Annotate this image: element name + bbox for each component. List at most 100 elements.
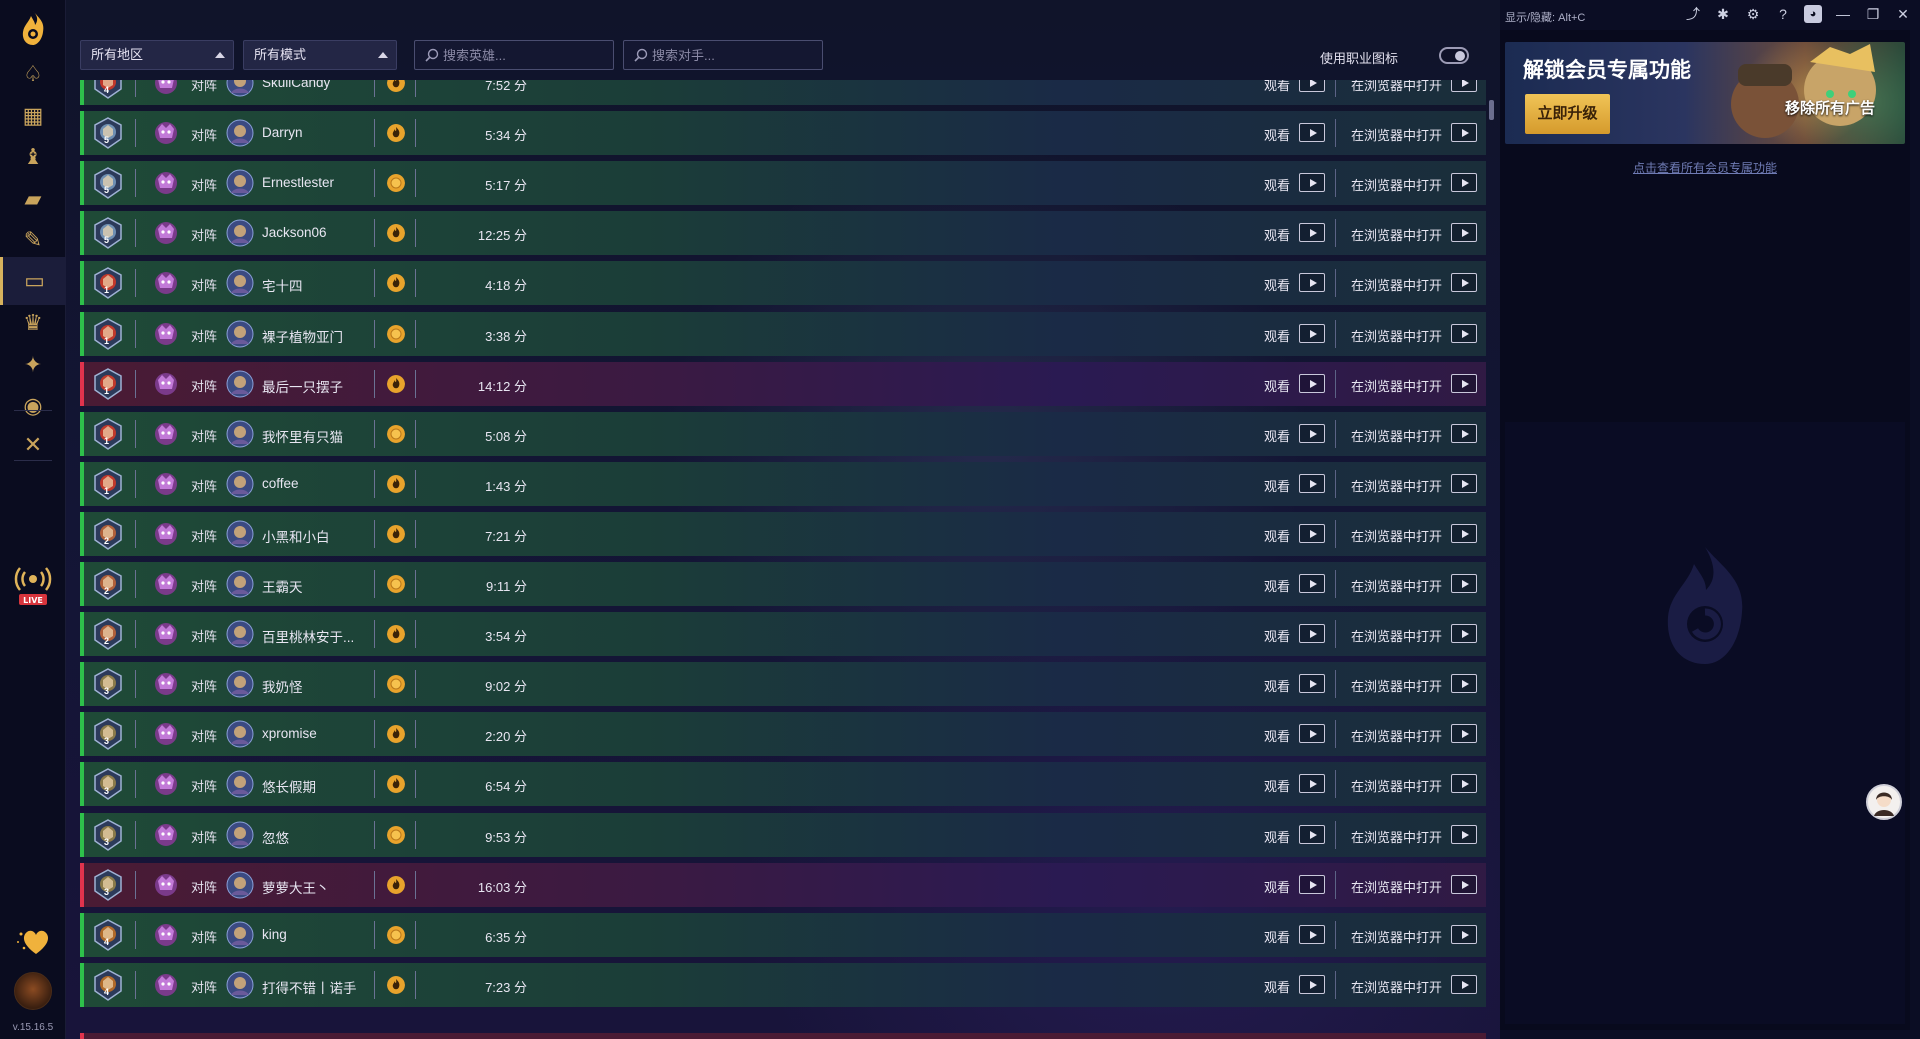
open-in-browser-button[interactable] xyxy=(1451,724,1477,743)
crossed-swords-icon[interactable]: ✕ xyxy=(0,421,66,469)
watch-play-button[interactable] xyxy=(1299,273,1325,292)
open-in-browser-button[interactable] xyxy=(1451,875,1477,894)
watch-play-button[interactable] xyxy=(1299,925,1325,944)
watch-play-button[interactable] xyxy=(1299,223,1325,242)
replay-row[interactable]: 5 对阵 Ernestlester 5:17 分 观看 在浏览器中打开 xyxy=(80,161,1486,205)
game-duration: 4:18 分 xyxy=(485,278,527,293)
open-in-browser-button[interactable] xyxy=(1451,524,1477,543)
hero-search-input[interactable] xyxy=(443,44,603,66)
replay-row[interactable]: 2 对阵 小黑和小白 7:21 分 观看 在浏览器中打开 xyxy=(80,512,1486,556)
watch-play-button[interactable] xyxy=(1299,975,1325,994)
replay-row[interactable]: 5 对阵 Jackson06 12:25 分 观看 在浏览器中打开 xyxy=(80,211,1486,255)
region-dropdown[interactable]: 所有地区 xyxy=(80,40,234,70)
replay-row[interactable]: 3 对阵 我奶怪 9:02 分 观看 在浏览器中打开 xyxy=(80,662,1486,706)
close-icon[interactable]: ✕ xyxy=(1894,5,1912,23)
column-divider xyxy=(135,971,136,999)
open-in-browser-button[interactable] xyxy=(1451,173,1477,192)
watch-play-button[interactable] xyxy=(1299,825,1325,844)
crown-icon[interactable]: ♛ xyxy=(0,299,66,347)
replay-row[interactable]: 3 对阵 xpromise 2:20 分 观看 在浏览器中打开 xyxy=(80,712,1486,756)
replay-row[interactable]: 3 对阵 忽悠 9:53 分 观看 在浏览器中打开 xyxy=(80,813,1486,857)
watch-play-button[interactable] xyxy=(1299,474,1325,493)
support-chat-avatar[interactable] xyxy=(1866,784,1902,820)
open-in-browser-button[interactable] xyxy=(1451,273,1477,292)
vs-label: 对阵 xyxy=(191,930,218,945)
rank-number: 5 xyxy=(104,185,110,195)
watch-play-button[interactable] xyxy=(1299,374,1325,393)
watch-play-button[interactable] xyxy=(1299,324,1325,343)
open-in-browser-button[interactable] xyxy=(1451,80,1477,92)
open-in-browser-button[interactable] xyxy=(1451,574,1477,593)
watch-play-button[interactable] xyxy=(1299,674,1325,693)
watch-play-button[interactable] xyxy=(1299,574,1325,593)
rank-icon[interactable]: ♝ xyxy=(0,133,66,181)
replay-row[interactable]: 1 对阵 我怀里有只猫 5:08 分 观看 在浏览器中打开 xyxy=(80,412,1486,456)
open-in-browser-button[interactable] xyxy=(1451,975,1477,994)
replays-icon[interactable]: ▭ xyxy=(0,257,66,305)
watch-play-button[interactable] xyxy=(1299,123,1325,142)
open-in-browser-label: 在浏览器中打开 xyxy=(1351,178,1443,193)
replay-row[interactable]: 2 对阵 百里桃林安于... 3:54 分 观看 在浏览器中打开 xyxy=(80,612,1486,656)
open-in-browser-button[interactable] xyxy=(1451,223,1477,242)
upgrade-button[interactable]: 立即升级 xyxy=(1525,94,1610,134)
opponent-hero-icon xyxy=(226,520,254,548)
live-icon[interactable]: LIVE xyxy=(13,565,53,607)
open-in-browser-button[interactable] xyxy=(1451,925,1477,944)
favorite-heart-icon[interactable] xyxy=(12,922,52,958)
share-icon[interactable]: ⤴ xyxy=(1684,5,1702,23)
opponent-search-input[interactable] xyxy=(652,44,812,66)
watch-play-button[interactable] xyxy=(1299,424,1325,443)
open-in-browser-button[interactable] xyxy=(1451,324,1477,343)
watch-play-button[interactable] xyxy=(1299,80,1325,92)
watch-play-button[interactable] xyxy=(1299,774,1325,793)
open-in-browser-label: 在浏览器中打开 xyxy=(1351,729,1443,744)
decks-icon[interactable]: ♤ xyxy=(0,50,66,98)
view-premium-features-link[interactable]: 点击查看所有会员专属功能 xyxy=(1505,159,1905,176)
help-icon[interactable]: ? xyxy=(1774,5,1792,23)
open-in-browser-button[interactable] xyxy=(1451,674,1477,693)
column-divider xyxy=(1335,620,1336,648)
discord-icon[interactable]: ◕ xyxy=(1804,5,1822,23)
column-divider xyxy=(135,520,136,548)
mode-dropdown[interactable]: 所有模式 xyxy=(243,40,397,70)
vs-label: 对阵 xyxy=(191,529,218,544)
replay-row[interactable]: 1 对阵 最后一只摆子 14:12 分 观看 在浏览器中打开 xyxy=(80,362,1486,406)
open-in-browser-button[interactable] xyxy=(1451,374,1477,393)
promo-heroes-art-icon xyxy=(1731,44,1876,138)
caret-up-icon xyxy=(378,52,388,58)
open-in-browser-button[interactable] xyxy=(1451,825,1477,844)
replay-row[interactable]: 3 对阵 萝萝大王丶 16:03 分 观看 在浏览器中打开 xyxy=(80,863,1486,907)
replay-row[interactable]: 4 对阵 打得不错丨诺手 7:23 分 观看 在浏览器中打开 xyxy=(80,963,1486,1007)
open-in-browser-button[interactable] xyxy=(1451,424,1477,443)
app-logo-icon[interactable] xyxy=(13,8,53,48)
premium-promo-banner[interactable]: 解锁会员专属功能 立即升级 移除所有广告 xyxy=(1505,42,1905,144)
open-in-browser-button[interactable] xyxy=(1451,774,1477,793)
settings-gear-icon[interactable]: ⚙ xyxy=(1744,5,1762,23)
replay-row[interactable]: 1 对阵 裸子植物亚门 3:38 分 观看 在浏览器中打开 xyxy=(80,312,1486,356)
class-icon-toggle[interactable] xyxy=(1439,47,1469,64)
game-duration: 1:43 分 xyxy=(485,479,527,494)
restore-icon[interactable]: ❐ xyxy=(1864,5,1882,23)
minimize-icon[interactable]: — xyxy=(1834,5,1852,23)
replay-row[interactable]: 4 对阵 SkullCandy 7:52 分 观看 在浏览器中打开 xyxy=(80,80,1486,105)
replay-row[interactable]: 1 对阵 coffee 1:43 分 观看 在浏览器中打开 xyxy=(80,462,1486,506)
open-in-browser-button[interactable] xyxy=(1451,123,1477,142)
replay-row[interactable]: 2 对阵 王霸天 9:11 分 观看 在浏览器中打开 xyxy=(80,562,1486,606)
open-in-browser-button[interactable] xyxy=(1451,624,1477,643)
watch-play-button[interactable] xyxy=(1299,875,1325,894)
user-avatar[interactable] xyxy=(14,972,52,1010)
replay-row[interactable]: 1 对阵 宅十四 4:18 分 观看 在浏览器中打开 xyxy=(80,261,1486,305)
watch-play-button[interactable] xyxy=(1299,173,1325,192)
open-in-browser-label: 在浏览器中打开 xyxy=(1351,679,1443,694)
open-in-browser-button[interactable] xyxy=(1451,474,1477,493)
watch-play-button[interactable] xyxy=(1299,724,1325,743)
replay-row[interactable]: 4 对阵 king 6:35 分 观看 在浏览器中打开 xyxy=(80,913,1486,957)
watch-play-button[interactable] xyxy=(1299,624,1325,643)
replay-row[interactable]: 5 对阵 Darryn 5:34 分 观看 在浏览器中打开 xyxy=(80,111,1486,155)
scrollbar-thumb[interactable] xyxy=(1489,100,1494,120)
watch-play-button[interactable] xyxy=(1299,524,1325,543)
coin-icon xyxy=(387,325,405,343)
bug-report-icon[interactable]: ✱ xyxy=(1714,5,1732,23)
replay-row[interactable]: 3 对阵 悠长假期 6:54 分 观看 在浏览器中打开 xyxy=(80,762,1486,806)
player-hero-icon xyxy=(155,423,177,445)
